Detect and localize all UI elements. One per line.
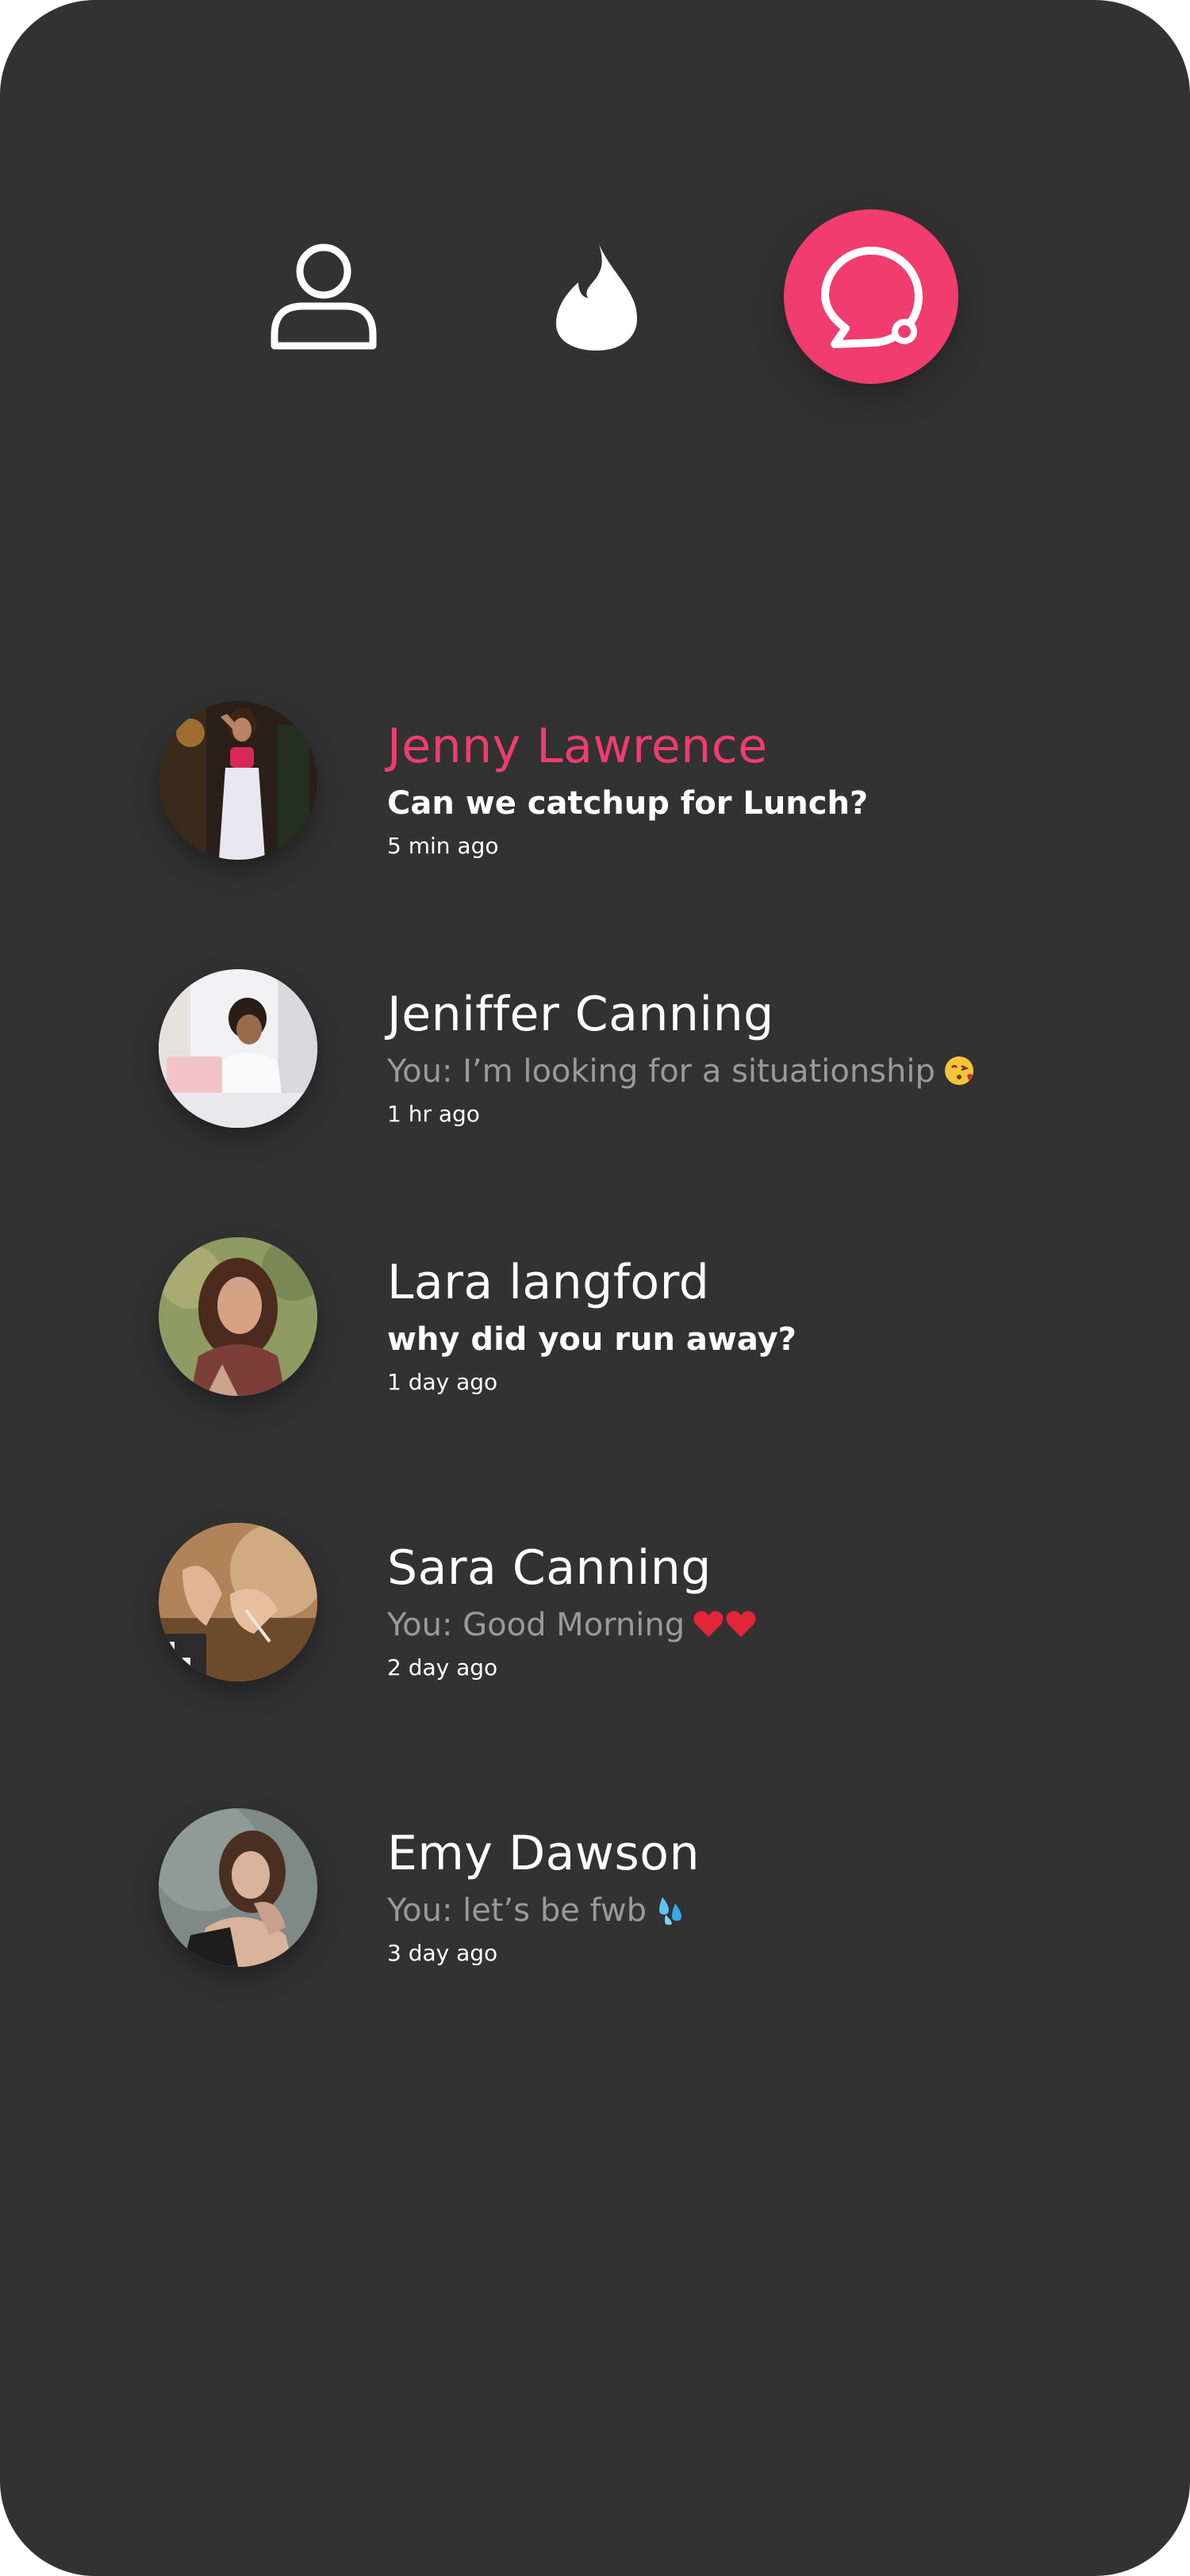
conversation-list: Jenny Lawrence Can we catchup for Lunch?… bbox=[0, 0, 1190, 2576]
contact-name: Sara Canning bbox=[387, 1540, 712, 1596]
kiss-emoji-icon bbox=[943, 1055, 975, 1094]
last-message: why did you run away? bbox=[387, 1321, 797, 1358]
sweat-droplets-emoji-icon bbox=[654, 1894, 686, 1934]
last-message: You: I’m looking for a situationship bbox=[387, 1053, 935, 1090]
avatar bbox=[159, 1523, 317, 1681]
message-time: 1 day ago bbox=[387, 1369, 498, 1395]
contact-name: Jenny Lawrence bbox=[387, 719, 768, 774]
app-screen: Jenny Lawrence Can we catchup for Lunch?… bbox=[0, 0, 1190, 2576]
last-message: You: let’s be fwb bbox=[387, 1892, 647, 1929]
message-time: 3 day ago bbox=[387, 1940, 498, 1966]
avatar bbox=[159, 1808, 317, 1967]
message-time: 2 day ago bbox=[387, 1654, 498, 1681]
last-message-row: You: let’s be fwb bbox=[387, 1892, 686, 1934]
conversation-item[interactable]: Jeniffer Canning You: I’m looking for a … bbox=[159, 969, 1031, 1128]
conversation-item[interactable]: Sara Canning You: Good Morning 2 day ago bbox=[159, 1523, 1031, 1681]
avatar bbox=[159, 701, 317, 860]
last-message: You: Good Morning bbox=[387, 1607, 685, 1643]
last-message: Can we catchup for Lunch? bbox=[387, 785, 869, 822]
last-message-row: You: Good Morning bbox=[387, 1607, 758, 1648]
last-message-row: You: I’m looking for a situationship bbox=[387, 1053, 975, 1094]
message-time: 5 min ago bbox=[387, 833, 499, 859]
avatar bbox=[159, 969, 317, 1128]
conversation-item[interactable]: Jenny Lawrence Can we catchup for Lunch?… bbox=[159, 701, 1031, 860]
message-time: 1 hr ago bbox=[387, 1101, 480, 1127]
avatar bbox=[159, 1237, 317, 1396]
conversation-item[interactable]: Emy Dawson You: let’s be fwb 3 day ago bbox=[159, 1808, 1031, 1967]
conversation-item[interactable]: Lara langford why did you run away? 1 da… bbox=[159, 1237, 1031, 1396]
contact-name: Emy Dawson bbox=[387, 1826, 700, 1881]
contact-name: Lara langford bbox=[387, 1255, 710, 1310]
contact-name: Jeniffer Canning bbox=[387, 987, 774, 1042]
two-hearts-emoji-icon bbox=[693, 1608, 758, 1648]
